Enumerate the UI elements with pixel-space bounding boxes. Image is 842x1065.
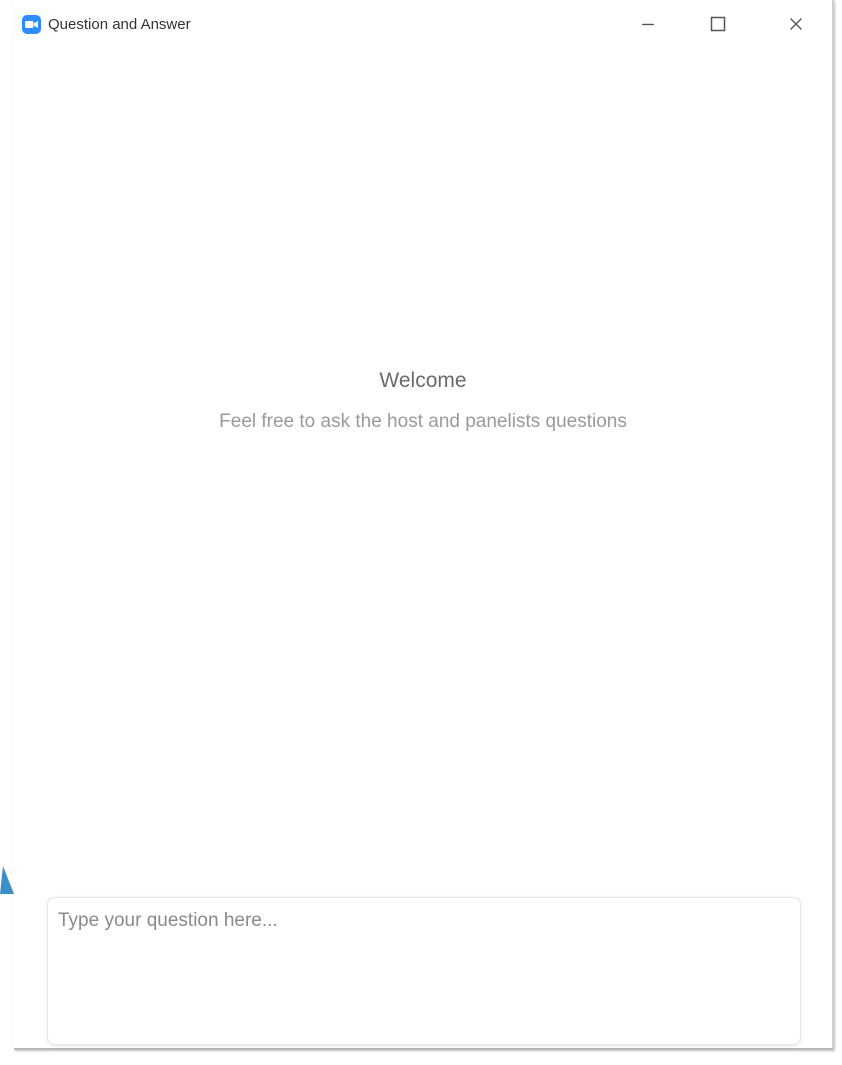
minimize-button[interactable]: [628, 8, 668, 40]
annotation-arrow-icon: [0, 866, 14, 894]
title-bar[interactable]: Question and Answer: [14, 0, 832, 50]
zoom-camera-icon: [22, 15, 41, 34]
welcome-subtitle: Feel free to ask the host and panelists …: [219, 411, 627, 432]
minimize-icon: [642, 23, 654, 26]
screenshot-canvas: Question and Answer Welcome Feel free to…: [0, 0, 842, 1065]
question-input[interactable]: [58, 910, 788, 1030]
close-button[interactable]: [776, 8, 816, 40]
close-icon: [790, 18, 802, 30]
question-compose-box[interactable]: [47, 897, 801, 1045]
maximize-button[interactable]: [698, 8, 738, 40]
welcome-title: Welcome: [379, 369, 467, 392]
qa-content-area: Welcome Feel free to ask the host and pa…: [14, 50, 832, 880]
window-title: Question and Answer: [48, 16, 191, 33]
maximize-icon: [710, 16, 726, 32]
qa-window: Question and Answer Welcome Feel free to…: [14, 0, 834, 1050]
